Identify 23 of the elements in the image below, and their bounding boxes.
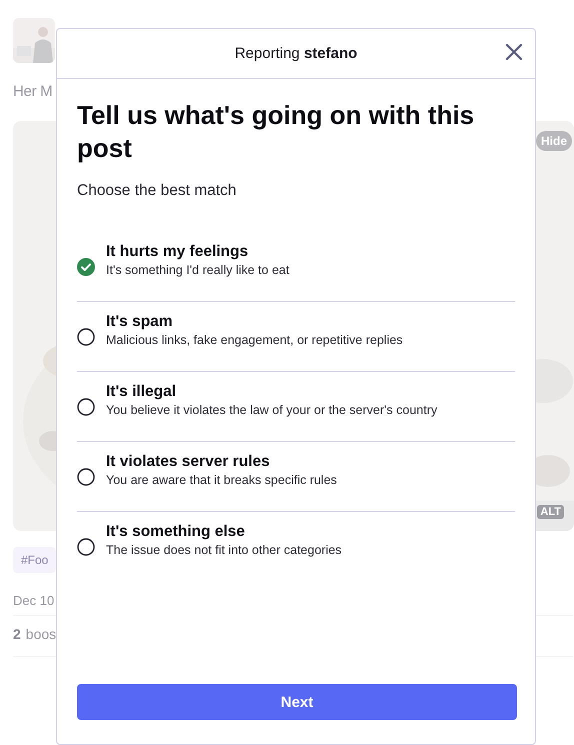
- option-description: You believe it violates the law of your or the server's country: [106, 402, 438, 416]
- dialog-title: Reporting stefano: [234, 45, 358, 62]
- option-description: Malicious links, fake engagement, or repetitive replies: [106, 332, 403, 346]
- next-button[interactable]: Next: [77, 684, 517, 720]
- dialog-heading: Tell us what's going on with this post: [77, 99, 476, 165]
- radio-button[interactable]: [77, 538, 95, 556]
- option-description: You are aware that it breaks specific rules: [106, 472, 337, 486]
- option-label[interactable]: It's something else: [106, 523, 342, 541]
- option-label[interactable]: It's spam: [106, 312, 403, 330]
- option-label[interactable]: It hurts my feelings: [106, 242, 290, 260]
- option-description: It's something I'd really like to eat: [106, 262, 290, 276]
- checked-radio-icon[interactable]: [77, 258, 95, 276]
- boost-count: 2: [13, 626, 21, 644]
- option-description: The issue does not fit into other categories: [106, 543, 342, 557]
- post-text: Her M: [13, 83, 54, 102]
- boost-label: boos: [26, 626, 56, 644]
- dialog-subheading: Choose the best match: [77, 182, 238, 200]
- radio-button[interactable]: [77, 328, 95, 346]
- radio-button[interactable]: [77, 398, 95, 416]
- option-label[interactable]: It's illegal: [106, 382, 438, 400]
- radio-button[interactable]: [77, 468, 95, 486]
- option-label[interactable]: It violates server rules: [106, 452, 337, 470]
- close-icon[interactable]: [505, 43, 523, 61]
